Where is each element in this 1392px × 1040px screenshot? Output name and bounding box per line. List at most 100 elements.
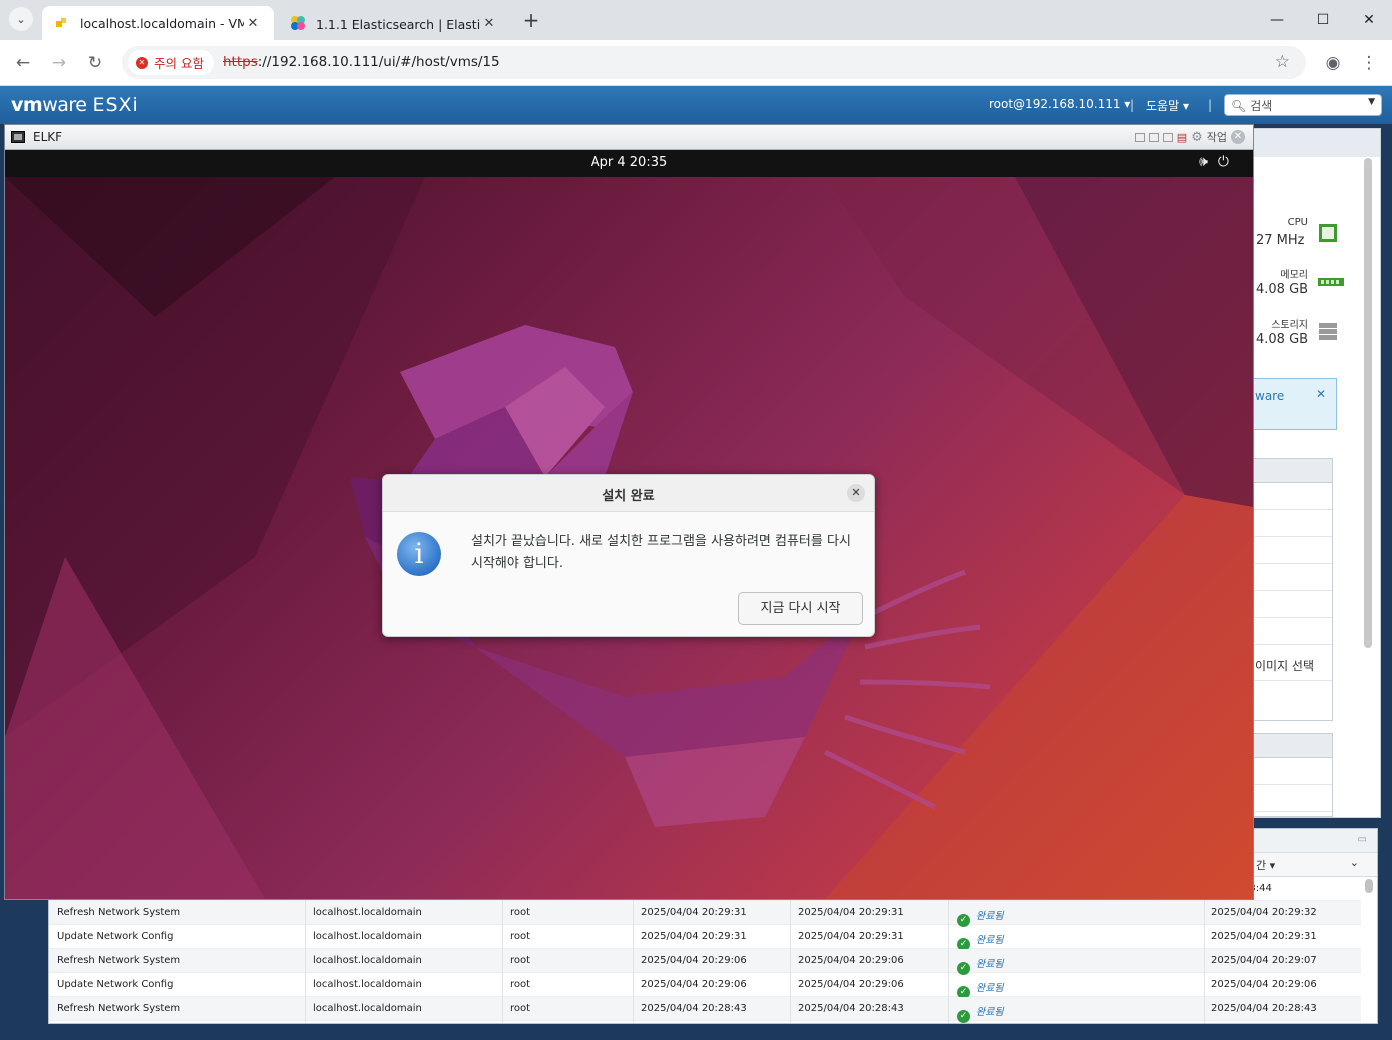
resource-label: CPU [1287, 217, 1308, 228]
resource-memory: 메모리 4.08 GB [1254, 266, 1374, 308]
task-name: Refresh Network System [57, 955, 181, 966]
list-item[interactable]: 이미지 선택 [1253, 645, 1332, 681]
menu-kebab-icon[interactable]: ⋮ [1357, 51, 1381, 75]
tab-title: localhost.localdomain - VMwa [80, 15, 244, 31]
task-target[interactable]: localhost.localdomain [313, 955, 422, 966]
task-queued: 2025/04/04 20:29:31 [641, 931, 747, 942]
table-row[interactable]: Refresh Network System localhost.localdo… [49, 949, 1361, 975]
task-target[interactable]: localhost.localdomain [313, 979, 422, 990]
tab-close-icon[interactable]: ✕ [244, 16, 262, 31]
list-item[interactable] [1253, 537, 1332, 564]
maximize-button[interactable]: ☐ [1300, 0, 1346, 40]
task-completed: 2025/04/04 20:29:32 [1211, 907, 1317, 918]
table-row[interactable]: Refresh Network System localhost.localdo… [49, 997, 1361, 1023]
keyboard-flag-icon[interactable]: ▤ [1177, 131, 1187, 144]
resource-storage: 스토리지 4.08 GB [1254, 316, 1374, 358]
panel-header [1254, 129, 1380, 157]
task-initiator: root [510, 931, 531, 942]
task-queued: 2025/04/04 20:29:06 [641, 955, 747, 966]
gnome-clock[interactable]: Apr 4 20:35 [5, 155, 1253, 170]
tab-close-icon[interactable]: ✕ [480, 16, 498, 31]
task-initiator: root [510, 955, 531, 966]
back-arrow-icon[interactable]: ← [11, 51, 35, 75]
task-completed: 2025/04/04 20:28:43 [1211, 1003, 1317, 1014]
task-target[interactable]: localhost.localdomain [313, 1003, 422, 1014]
list-header [1253, 459, 1332, 483]
task-started: 2025/04/04 20:29:06 [798, 979, 904, 990]
chevron-down-icon[interactable]: ▼ [1368, 97, 1375, 107]
restore-panel-icon[interactable]: ▭ [1358, 834, 1367, 845]
url-path: ://192.168.10.111/ui/#/host/vms/15 [257, 54, 500, 70]
task-started: 2025/04/04 20:28:43 [798, 1003, 904, 1014]
storage-icon [1318, 322, 1338, 342]
table-row[interactable]: Update Network Config localhost.localdom… [49, 973, 1361, 999]
help-menu[interactable]: 도움말 ▾ [1146, 97, 1189, 114]
list-item[interactable] [1253, 510, 1332, 537]
address-bar[interactable]: ✕ 주의 요함 https://192.168.10.111/ui/#/host… [122, 46, 1306, 79]
new-tab-button[interactable]: + [519, 9, 543, 33]
tab-elastic[interactable]: 1.1.1 Elasticsearch | Elastic 가이 ✕ [278, 6, 510, 40]
table-row[interactable]: Update Network Config localhost.localdom… [49, 925, 1361, 951]
task-target[interactable]: localhost.localdomain [313, 907, 422, 918]
task-queued: 2025/04/04 20:28:43 [641, 1003, 747, 1014]
browser-toolbar: ← → ↻ ✕ 주의 요함 https://192.168.10.111/ui/… [0, 40, 1392, 86]
power-icon: ⏻ [1217, 154, 1239, 170]
security-label: 주의 요함 [154, 56, 204, 71]
close-icon[interactable]: ✕ [1231, 130, 1245, 144]
restart-now-button[interactable]: 지금 다시 시작 [738, 592, 863, 625]
close-icon[interactable]: ✕ [1316, 387, 1326, 401]
fit-window-icon[interactable] [1134, 132, 1145, 142]
elastic-favicon-icon [290, 15, 306, 31]
chevron-down-icon[interactable]: ⌄ [1350, 856, 1359, 869]
task-result: ✓ 완료됨 [957, 979, 1004, 999]
forward-arrow-icon[interactable]: → [47, 51, 71, 75]
list-item[interactable] [1253, 618, 1332, 645]
tab-strip: ⌄ localhost.localdomain - VMwa ✕ 1.1.1 E… [0, 0, 1392, 40]
task-result: ✓ 완료됨 [957, 907, 1004, 927]
resource-value: 4.08 GB [1256, 332, 1309, 347]
list-item[interactable] [1253, 758, 1332, 785]
table-row[interactable]: Refresh Network System localhost.localdo… [49, 901, 1361, 927]
task-initiator: root [510, 1003, 531, 1014]
minimize-button[interactable]: — [1254, 0, 1300, 40]
tab-vmware[interactable]: localhost.localdomain - VMwa ✕ [42, 6, 274, 40]
tab-search-button[interactable]: ⌄ [9, 7, 33, 31]
esxi-search-input[interactable]: 🔍︎ 검색 ▼ [1224, 94, 1382, 116]
task-result: ✓ 완료됨 [957, 1003, 1004, 1023]
task-name: Refresh Network System [57, 907, 181, 918]
profile-icon[interactable]: ◉ [1321, 51, 1345, 75]
notice-text: ware [1255, 389, 1285, 403]
system-status-area[interactable]: 🕪︎⏻ [1199, 154, 1239, 170]
task-queued: 2025/04/04 20:29:31 [641, 907, 747, 918]
console-icon [11, 131, 25, 143]
user-menu[interactable]: root@192.168.10.111 ▾ [989, 97, 1130, 111]
actions-menu[interactable]: 작업 [1207, 129, 1227, 145]
url-text[interactable]: https://192.168.10.111/ui/#/host/vms/15 [223, 54, 500, 70]
reload-icon[interactable]: ↻ [83, 51, 107, 75]
panel-scrollbar[interactable] [1364, 158, 1372, 648]
header-separator: | [1208, 98, 1213, 112]
gear-icon[interactable]: ⚙ [1191, 130, 1203, 145]
window-close-button[interactable]: ✕ [1346, 0, 1392, 40]
list-item[interactable] [1253, 591, 1332, 618]
security-warning-chip[interactable]: ✕ 주의 요함 [128, 50, 214, 75]
tasks-scrollbar[interactable] [1365, 879, 1373, 893]
vmware-esxi-logo: vmware ESXi [11, 94, 139, 116]
fullscreen-icon[interactable] [1162, 132, 1173, 142]
restore-icon[interactable] [1148, 132, 1159, 142]
task-completed: 2025/04/04 20:29:07 [1211, 955, 1317, 966]
task-name: Refresh Network System [57, 1003, 181, 1014]
list-item[interactable] [1253, 483, 1332, 510]
vmware-favicon-icon [54, 15, 70, 31]
gnome-top-bar: Apr 4 20:35 🕪︎⏻ [5, 150, 1253, 177]
list-item[interactable] [1253, 564, 1332, 591]
task-initiator: root [510, 979, 531, 990]
config-list [1253, 733, 1333, 817]
image-select-label: 이미지 선택 [1255, 659, 1315, 673]
list-item[interactable] [1253, 785, 1332, 812]
close-icon[interactable]: ✕ [847, 484, 865, 502]
task-target[interactable]: localhost.localdomain [313, 931, 422, 942]
bookmark-star-icon[interactable]: ☆ [1275, 52, 1290, 72]
column-header-completed[interactable]: 간 ▾ [1256, 857, 1275, 873]
task-started: 2025/04/04 20:29:31 [798, 907, 904, 918]
